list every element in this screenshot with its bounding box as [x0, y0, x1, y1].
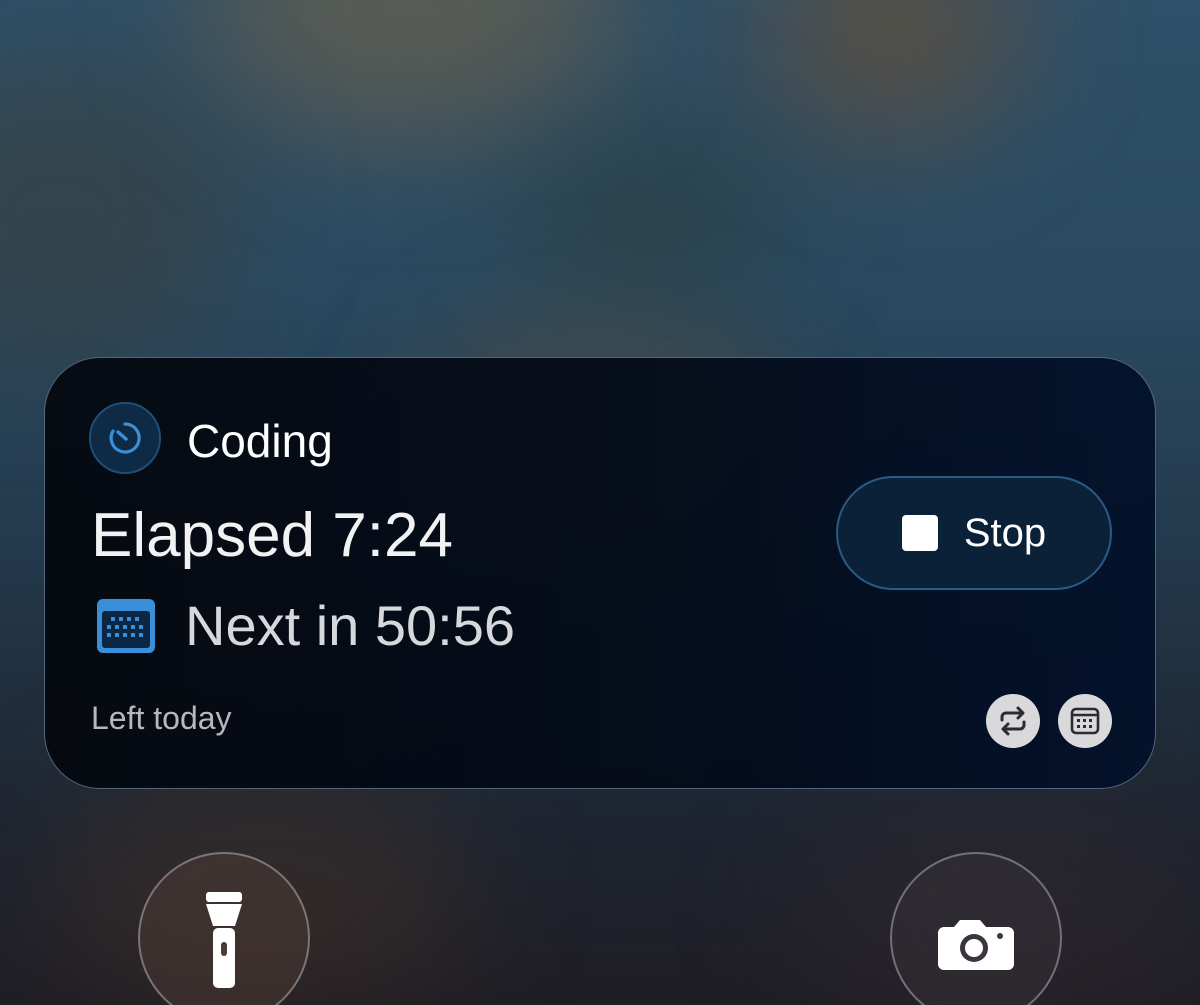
next-event-row: Next in 50:56 [95, 592, 515, 660]
calendar-icon [97, 599, 155, 653]
wallpaper-blur [200, 0, 620, 140]
wallpaper-blur [0, 60, 240, 360]
elapsed-time: Elapsed 7:24 [91, 501, 453, 570]
camera-icon [938, 920, 1014, 970]
flashlight-icon [206, 892, 242, 988]
timer-icon [89, 402, 161, 474]
calendar-icon [1070, 707, 1100, 735]
lock-screen: Coding Elapsed 7:24 Next in 50:56 Stop L… [0, 0, 1200, 1005]
footer-label: Left today [91, 700, 232, 736]
stop-button[interactable]: Stop [836, 476, 1112, 590]
next-event-countdown: Next in 50:56 [185, 594, 515, 657]
repeat-icon [1000, 706, 1026, 736]
stop-square-icon [901, 515, 938, 551]
repeat-button[interactable] [986, 694, 1040, 748]
wallpaper-blur [520, 130, 780, 290]
wallpaper-blur [760, 0, 1020, 140]
activity-title: Coding [187, 415, 333, 467]
calendar-button[interactable] [1058, 694, 1112, 748]
live-activity-widget[interactable]: Coding Elapsed 7:24 Next in 50:56 Stop L… [44, 357, 1156, 789]
stop-button-label: Stop [963, 511, 1047, 555]
